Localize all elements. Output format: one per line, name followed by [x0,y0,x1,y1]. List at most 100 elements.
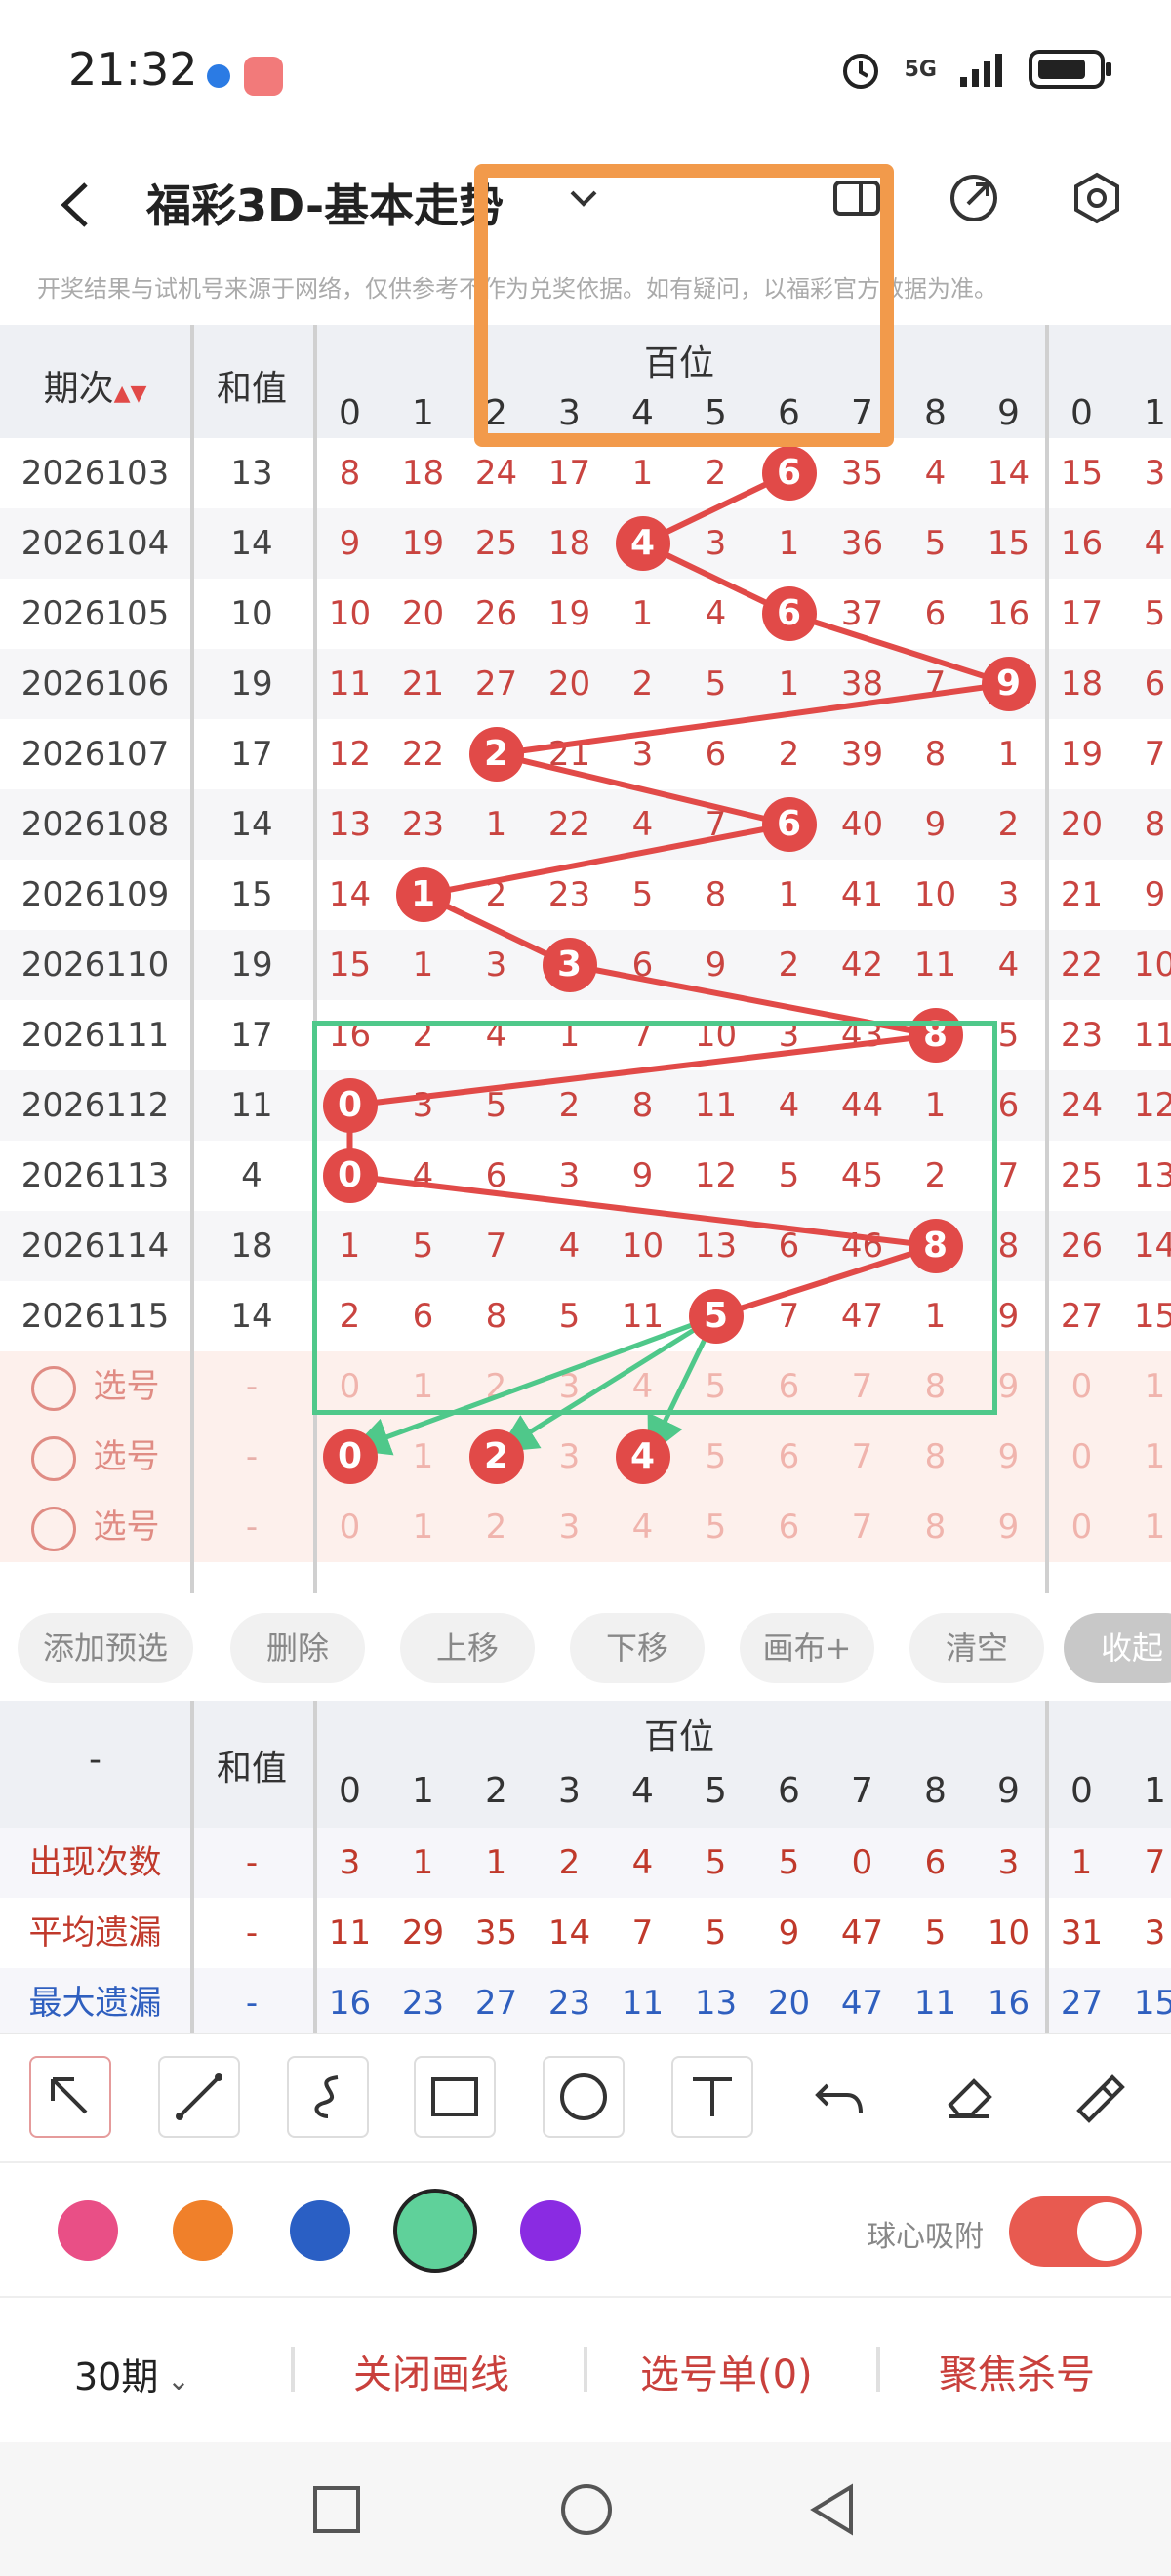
hit-ball[interactable]: 4 [615,516,670,571]
text-tool[interactable] [671,2056,753,2138]
picked-ball[interactable]: 2 [468,1429,524,1484]
stats-corner: - [89,1740,101,1780]
divider [1045,325,1049,1593]
stats-cell: 15 [1133,1984,1171,2023]
divider [190,325,194,1593]
digit-header: 1 [1144,1771,1166,1811]
selection-rectangle[interactable] [312,1021,997,1415]
digit-header: 9 [997,1771,1020,1811]
page-title: 福彩3D-基本走势 [146,180,505,232]
sum-cell: - [245,1984,259,2023]
stats-cell: 47 [840,1913,884,1952]
hit-ball[interactable]: 6 [761,446,817,501]
color-swatch[interactable] [520,2200,581,2261]
trend-line [422,822,790,898]
hit-ball[interactable]: 1 [395,867,451,922]
hit-ball[interactable]: 3 [542,938,597,992]
stats-cell: 3 [997,1843,1020,1882]
text-icon [693,2077,732,2116]
curve-tool[interactable] [287,2056,369,2138]
stats-cell: 3 [1144,1913,1166,1952]
bottom-bar: 30期 ⌄ 关闭画线 选号单(0) 聚焦杀号 [0,2296,1171,2444]
back-nav-icon[interactable] [806,2481,859,2538]
picked-ball[interactable]: 0 [322,1429,378,1484]
highlight-box [474,164,894,447]
stats-cell: 1 [485,1843,507,1882]
trend-line [496,681,1009,757]
stats-table: - 和值 百位 012345678901 出现次数 -3 1 1 2 4 5 5 0 6 3 1 7 平均… [0,1701,1171,2033]
period-select[interactable]: 30期 ⌄ [74,2347,190,2400]
draw-toolbar [0,2033,1171,2163]
collapse-button[interactable]: 收起 [1064,1613,1171,1683]
stats-cell: 31 [1060,1913,1104,1952]
hit-ball[interactable]: 9 [981,657,1036,711]
network-label: 5G [904,57,937,82]
settings-icon[interactable] [1068,169,1126,227]
stats-cell: 16 [328,1984,372,2023]
hit-ball[interactable]: 2 [468,727,524,782]
focus-kill-button[interactable]: 聚焦杀号 [939,2343,1095,2399]
recents-icon[interactable] [310,2483,363,2536]
trend-line [495,751,790,827]
stats-group-header: 百位 [643,1717,714,1757]
arrow-pointer-icon [51,2077,88,2114]
stats-sum-header: 和值 [216,1749,287,1789]
stats-cell: 5 [705,1913,727,1952]
add-preselect-button[interactable]: 添加预选 [18,1613,193,1683]
stats-cell: 29 [401,1913,445,1952]
stats-cell: 13 [694,1984,738,2023]
home-icon[interactable] [558,2481,615,2538]
chevron-down-icon: ⌄ [158,2364,190,2396]
digit-header: 5 [705,1771,727,1811]
digit-header: 8 [924,1771,947,1811]
circle-tool[interactable] [543,2056,625,2138]
color-swatch[interactable] [173,2200,233,2261]
color-swatch[interactable] [290,2200,350,2261]
action-bar: 添加预选 删除 上移 下移 画布+ 清空 收起 [0,1593,1171,1701]
stats-cell: 27 [1060,1984,1104,2023]
digit-header: 2 [485,1771,507,1811]
digit-header: 1 [412,1771,434,1811]
stats-cell: 7 [1144,1843,1166,1882]
pick-list-button[interactable]: 选号单(0) [640,2343,813,2399]
brush-tool[interactable] [1056,2056,1138,2138]
color-swatch[interactable] [58,2200,118,2261]
signal-icon [960,54,1002,87]
stats-cell: 47 [840,1984,884,2023]
undo-tool[interactable] [800,2056,882,2138]
status-right: 5G [838,47,1112,92]
hit-ball[interactable]: 6 [761,586,817,641]
close-draw-button[interactable]: 关闭画线 [353,2343,509,2399]
stats-cell: 27 [474,1984,518,2023]
rectangle-tool[interactable] [414,2056,496,2138]
toggle-knob [1077,2202,1136,2261]
stats-cell: 11 [621,1984,665,2023]
picked-ball[interactable]: 4 [615,1429,670,1484]
stats-cell: 0 [851,1843,873,1882]
snap-toggle[interactable] [1009,2196,1142,2267]
undo-icon [815,2083,863,2113]
stats-cell: 4 [631,1843,654,1882]
divider [584,2347,587,2392]
canvas-add-button[interactable]: 画布+ [740,1613,874,1683]
move-up-button[interactable]: 上移 [400,1613,535,1683]
divider [291,2347,295,2392]
clear-button[interactable]: 清空 [909,1613,1044,1683]
divider [190,1701,194,2033]
system-nav-bar [0,2442,1171,2576]
delete-button[interactable]: 删除 [230,1613,365,1683]
status-bar: 21:32 5G [0,0,1171,141]
stats-cell: 20 [767,1984,811,2023]
share-icon[interactable] [945,169,1003,227]
eraser-tool[interactable] [929,2056,1011,2138]
select-tool[interactable] [29,2056,111,2138]
stats-cell: 5 [705,1843,727,1882]
hit-ball[interactable]: 6 [761,797,817,852]
color-swatch[interactable] [393,2189,477,2273]
line-tool[interactable] [158,2056,240,2138]
move-down-button[interactable]: 下移 [570,1613,705,1683]
back-icon[interactable] [53,181,101,229]
circle-icon [560,2073,607,2120]
digit-header: 6 [778,1771,800,1811]
sum-cell: - [245,1913,259,1952]
